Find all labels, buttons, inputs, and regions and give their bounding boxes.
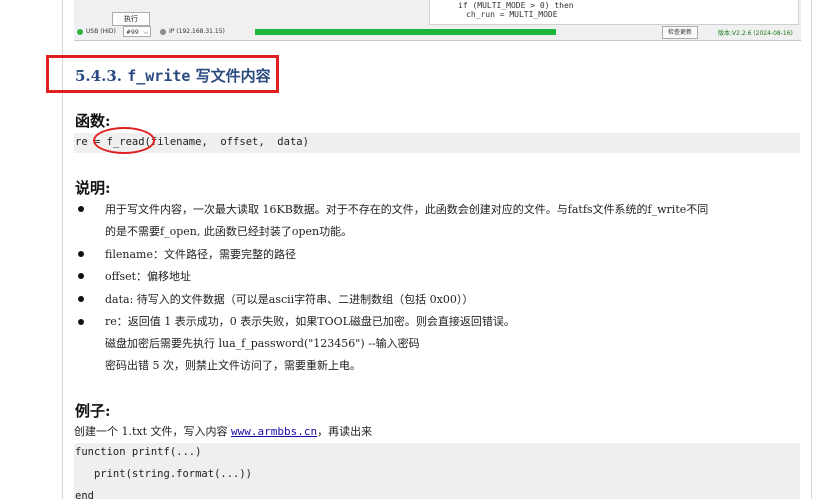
execute-button[interactable]: 执行 bbox=[112, 12, 150, 26]
status-bar: USB (HID) #99 ⌵ IP (192.168.31.15) 检查更新 … bbox=[74, 25, 801, 40]
code-line: ch_run = MULTI_MODE bbox=[466, 10, 558, 19]
example-heading: 例子: bbox=[75, 402, 111, 420]
bullet-icon bbox=[78, 206, 84, 212]
example-code-line: print(string.format(...)) bbox=[75, 468, 253, 480]
section-title: 5.4.3. f_write 写文件内容 bbox=[75, 65, 271, 86]
armbbs-link[interactable]: www.armbbs.cn bbox=[231, 425, 317, 438]
section-func-name: f_write bbox=[127, 67, 191, 85]
example-intro: 创建一个 1.txt 文件，写入内容 www.armbbs.cn，再读出来 bbox=[74, 423, 372, 439]
code-line: if (MULTI_MODE > 0) then bbox=[458, 1, 574, 10]
usb-status-icon bbox=[77, 29, 83, 35]
bullet-4-text: data: 待写入的文件数据（可以是ascii字符串、二进制数组（包括 0x00… bbox=[105, 293, 474, 306]
description-heading: 说明: bbox=[75, 179, 111, 197]
bullet-5-line-2: 磁盘加密后需要先执行 lua_f_password("123456") --输入… bbox=[105, 337, 420, 350]
progress-bar bbox=[255, 29, 556, 35]
chevron-down-icon: ⌵ bbox=[143, 29, 148, 36]
device-select[interactable]: #99 ⌵ bbox=[123, 26, 151, 37]
example-intro-before: 创建一个 1.txt 文件，写入内容 bbox=[74, 425, 232, 438]
function-heading: 函数: bbox=[75, 112, 111, 130]
section-number: 5.4.3. bbox=[75, 67, 122, 85]
usb-label: USB (HID) bbox=[86, 28, 116, 35]
bullet-3-text: offset：偏移地址 bbox=[105, 270, 192, 283]
bullet-5-line-1: re：返回值 1 表示成功，0 表示失败，如果TOOL磁盘已加密。则会直接返回错… bbox=[105, 315, 515, 328]
device-select-value: #99 bbox=[126, 29, 139, 36]
bullet-icon bbox=[78, 296, 84, 302]
bullet-icon bbox=[78, 251, 84, 257]
example-code-block: function printf(...) print(string.format… bbox=[74, 443, 800, 502]
func-name-annotation-circle bbox=[93, 127, 155, 154]
check-update-button[interactable]: 检查更新 bbox=[662, 26, 698, 39]
signature-code: re = f_read(filename, offset, data) bbox=[74, 133, 800, 153]
version-label: 版本:V2.2.6 (2024-08-16) bbox=[718, 30, 793, 37]
bullet-5-line-3: 密码出错 5 次，则禁止文件访问了，需要重新上电。 bbox=[105, 359, 361, 372]
section-title-text: 写文件内容 bbox=[195, 67, 271, 85]
embedded-tool-screenshot: 执行 if (MULTI_MODE > 0) then ch_run = MUL… bbox=[74, 0, 801, 41]
bullet-icon bbox=[78, 319, 84, 325]
ip-status-icon bbox=[160, 29, 166, 35]
bullet-2-text: filename：文件路径，需要完整的路径 bbox=[105, 248, 296, 261]
bullet-1-line-1: 用于写文件内容，一次最大读取 16KB数据。对于不存在的文件，此函数会创建对应的… bbox=[105, 203, 709, 216]
ip-label: IP (192.168.31.15) bbox=[169, 28, 225, 35]
example-code-line: function printf(...) bbox=[75, 446, 202, 458]
example-code-line: end bbox=[75, 490, 94, 502]
bullet-1-line-2: 的是不需要f_open, 此函数已经封装了open功能。 bbox=[105, 225, 353, 238]
script-code-box: if (MULTI_MODE > 0) then ch_run = MULTI_… bbox=[429, 0, 799, 25]
progress-fill bbox=[255, 29, 556, 35]
signature-args: (filename, offset, data) bbox=[144, 136, 309, 148]
bullet-icon bbox=[78, 273, 84, 279]
example-intro-after: ，再读出来 bbox=[317, 425, 373, 438]
